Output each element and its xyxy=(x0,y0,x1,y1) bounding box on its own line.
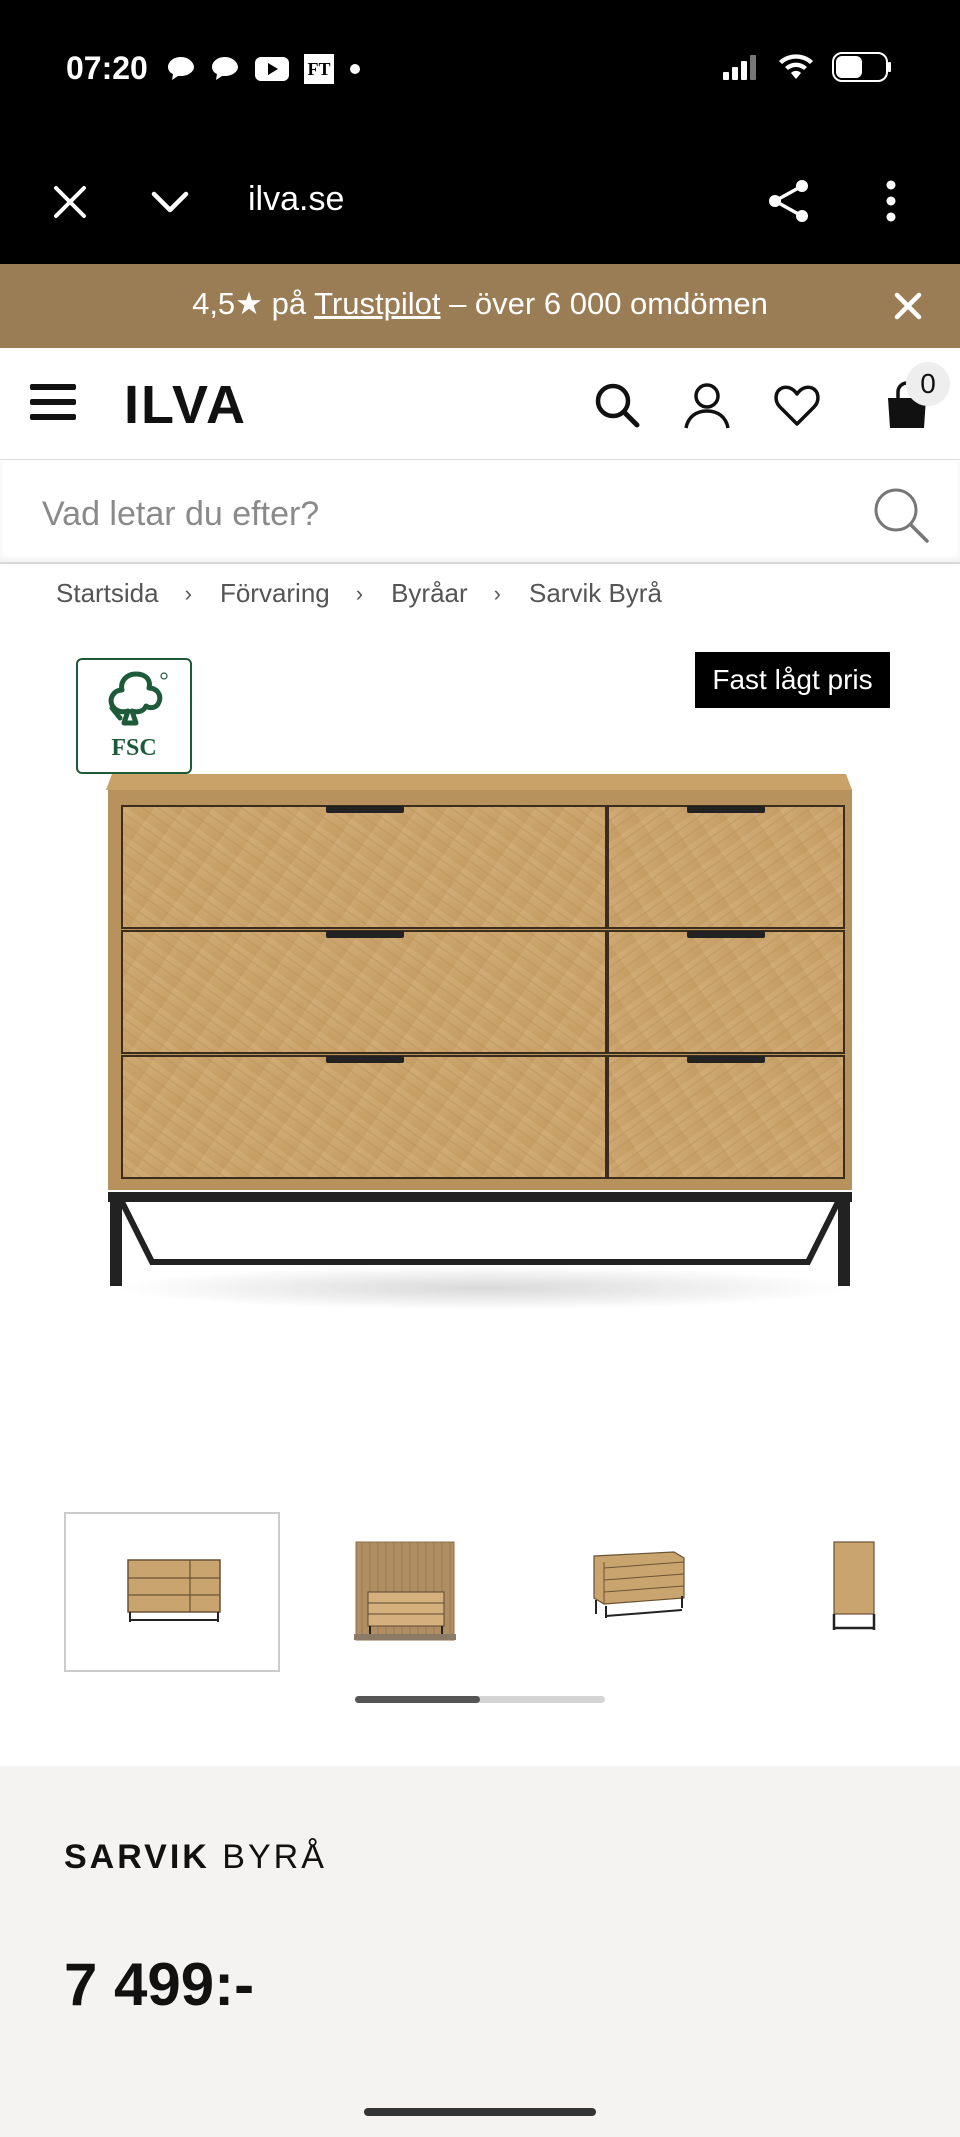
account-icon[interactable] xyxy=(682,380,732,430)
breadcrumb-separator: › xyxy=(184,580,192,606)
site-header: ILVA 0 xyxy=(0,348,960,460)
fsc-label: FSC xyxy=(111,735,157,761)
search-submit-icon[interactable] xyxy=(872,486,930,544)
thumbnail-dresser-angle-icon xyxy=(593,1551,685,1618)
thumbnail-dresser-front-icon xyxy=(127,1559,221,1622)
rating-text: 4,5★ på xyxy=(192,286,315,321)
thumbnail-dresser-side-icon xyxy=(832,1541,876,1630)
signal-icon xyxy=(723,55,756,80)
breadcrumb-item-current: Sarvik Byrå xyxy=(529,578,662,608)
product-type: BYRÅ xyxy=(209,1838,327,1876)
promo-banner: 4,5★ på Trustpilot – över 6 000 omdömen xyxy=(0,264,960,348)
thumbnail-2[interactable] xyxy=(290,1512,506,1672)
status-time: 07:20 xyxy=(66,50,148,86)
search-bar xyxy=(0,462,960,564)
notification-icons: FT xyxy=(166,54,362,84)
battery-icon xyxy=(832,52,891,82)
thumbnail-strip xyxy=(64,1512,960,1672)
search-icon[interactable] xyxy=(592,380,642,430)
cart-count-badge: 0 xyxy=(906,362,950,406)
status-bar: 07:20 FT xyxy=(0,0,960,140)
reviews-text: – över 6 000 omdömen xyxy=(440,286,768,321)
gallery-scrollbar[interactable] xyxy=(355,1696,605,1703)
product-image-dresser[interactable] xyxy=(100,760,866,1320)
product-price: 7 499:- xyxy=(64,1951,255,2018)
breadcrumb-item-byraar[interactable]: Byråar xyxy=(391,578,468,609)
chat-bubble-icon xyxy=(212,57,238,80)
product-title: SARVIK BYRÅ xyxy=(64,1838,327,1877)
thumbnail-room-scene-icon xyxy=(354,1541,456,1641)
product-info-panel: SARVIK BYRÅ 7 499:- xyxy=(0,1766,960,2137)
trustpilot-link[interactable]: Trustpilot xyxy=(314,286,440,321)
breadcrumb-item-startsida[interactable]: Startsida xyxy=(56,578,159,609)
system-icons xyxy=(722,52,892,82)
product-brand: SARVIK xyxy=(64,1838,210,1876)
breadcrumb-separator: › xyxy=(355,580,364,606)
ilva-logo[interactable]: ILVA xyxy=(124,374,247,436)
fast-lagt-pris-badge: Fast lågt pris xyxy=(695,652,890,708)
ft-icon: FT xyxy=(304,54,334,84)
fsc-certification-badge: FSC xyxy=(76,658,192,774)
wifi-icon xyxy=(779,54,813,79)
search-input[interactable] xyxy=(42,486,842,542)
url-text[interactable]: ilva.se xyxy=(248,180,344,219)
youtube-icon xyxy=(255,57,289,81)
thumbnail-4[interactable] xyxy=(746,1512,960,1672)
chat-bubble-icon xyxy=(168,57,194,80)
browser-toolbar: ilva.se xyxy=(0,140,960,264)
dot-icon xyxy=(350,64,360,74)
breadcrumb-item-forvaring[interactable]: Förvaring xyxy=(220,578,330,609)
heart-icon[interactable] xyxy=(772,380,822,430)
breadcrumb: Startsida › Förvaring › Byråar › Sarvik … xyxy=(56,578,662,609)
promo-text: 4,5★ på Trustpilot – över 6 000 omdömen xyxy=(0,286,960,322)
thumbnail-3[interactable] xyxy=(518,1512,734,1672)
close-icon[interactable] xyxy=(48,180,92,224)
home-indicator[interactable] xyxy=(364,2108,596,2116)
breadcrumb-separator: › xyxy=(493,580,501,606)
menu-icon[interactable] xyxy=(30,384,76,424)
tree-logo-icon xyxy=(108,671,168,726)
more-options-icon[interactable] xyxy=(876,178,906,224)
close-banner-icon[interactable] xyxy=(892,290,924,322)
share-icon[interactable] xyxy=(766,178,812,224)
gallery-scrollbar-thumb[interactable] xyxy=(355,1696,480,1703)
thumbnail-1[interactable] xyxy=(64,1512,280,1672)
chevron-down-icon[interactable] xyxy=(148,180,192,224)
